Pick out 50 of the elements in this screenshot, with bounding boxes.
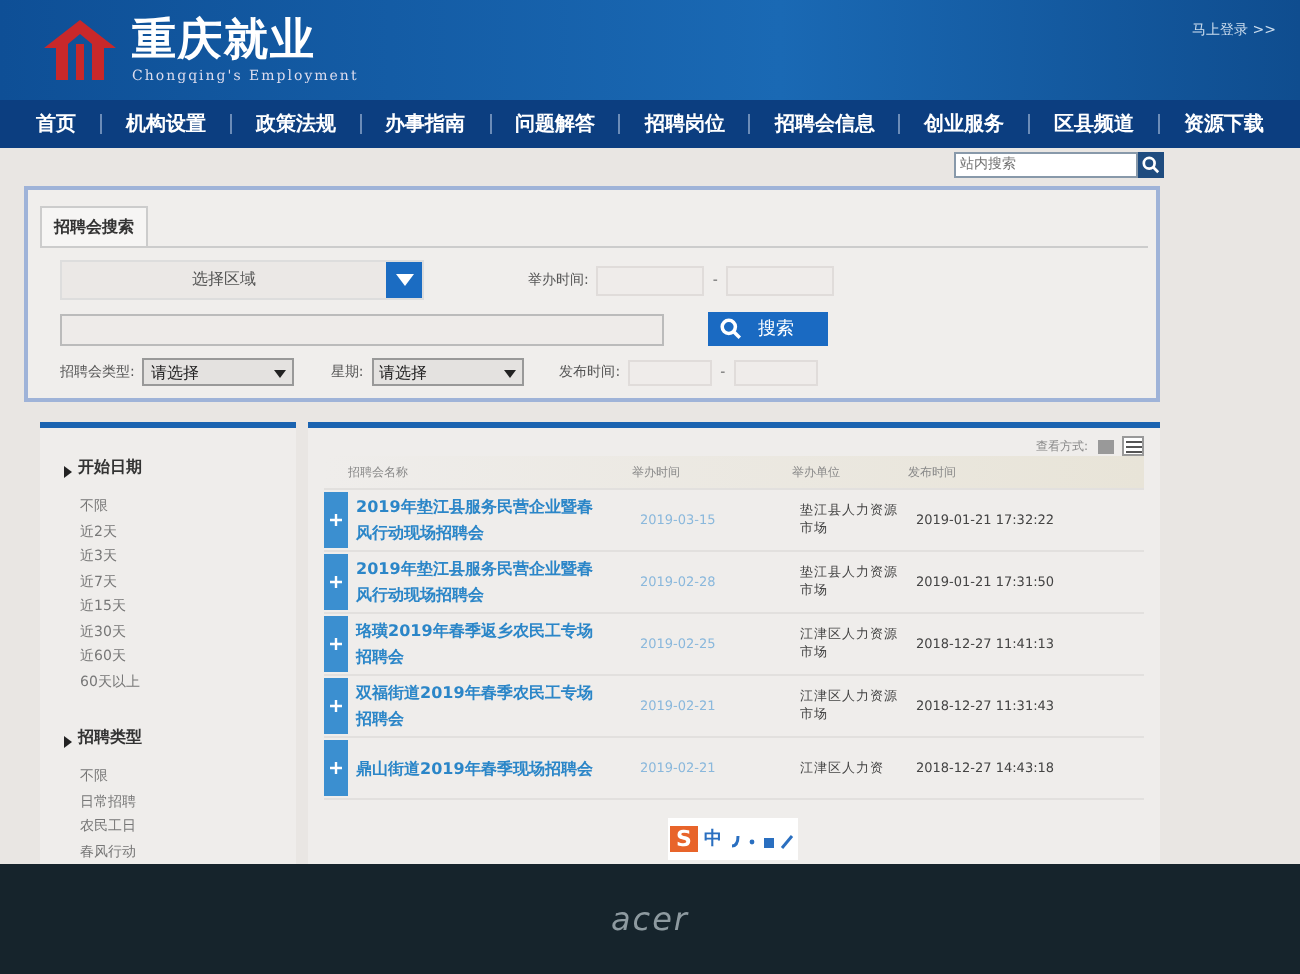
region-select[interactable]: 选择区域 bbox=[60, 260, 424, 300]
square-icon bbox=[1097, 439, 1113, 453]
caret-icon bbox=[503, 369, 516, 377]
keyword-field[interactable] bbox=[60, 313, 664, 345]
ime-logo: S bbox=[670, 826, 698, 852]
dropdown[interactable]: 请选择 bbox=[371, 358, 524, 386]
search-button[interactable] bbox=[1138, 151, 1164, 178]
plus-icon bbox=[330, 762, 342, 774]
nav-link[interactable]: 招聘会信息 bbox=[774, 109, 875, 138]
nav-link[interactable]: 办事指南 bbox=[385, 109, 466, 138]
panel-tab[interactable]: 招聘会搜索 bbox=[40, 206, 148, 246]
nav-link[interactable]: 问题解答 bbox=[515, 109, 595, 138]
house-logo-icon bbox=[40, 16, 120, 85]
fair-title-link[interactable]: 2019年垫江县服务民营企业暨春风行动现场招聘会 bbox=[348, 494, 604, 546]
ime-tools-icon[interactable] bbox=[727, 834, 796, 850]
filter-heading: 招聘类型 bbox=[78, 726, 142, 748]
fair-title-link[interactable]: 2019年垫江县服务民营企业暨春风行动现场招聘会 bbox=[348, 556, 604, 608]
search-icon bbox=[720, 318, 742, 340]
monitor-brand-logo: acer bbox=[610, 900, 690, 938]
plus-icon bbox=[330, 576, 342, 588]
expand-button[interactable] bbox=[324, 616, 348, 672]
dropdown[interactable]: 请选择 bbox=[142, 358, 295, 386]
plus-icon bbox=[330, 638, 342, 650]
nav-link[interactable]: 招聘岗位 bbox=[644, 109, 725, 138]
caret-icon bbox=[395, 274, 413, 286]
search-button[interactable]: 搜索 bbox=[708, 312, 828, 346]
filter-heading: 开始日期 bbox=[78, 456, 142, 478]
nav-link[interactable]: 创业服务 bbox=[924, 109, 1005, 138]
fair-title-link[interactable]: 珞璜2019年春季返乡农民工专场招聘会 bbox=[348, 618, 604, 670]
plus-icon bbox=[330, 514, 342, 526]
list-icon bbox=[1125, 439, 1141, 453]
triangle-icon bbox=[64, 466, 72, 478]
expand-button[interactable] bbox=[324, 740, 348, 796]
nav-link[interactable]: 政策法规 bbox=[255, 109, 336, 138]
nav-link[interactable]: 首页 bbox=[36, 109, 76, 138]
caret-icon bbox=[274, 369, 287, 377]
list-view-button[interactable] bbox=[1122, 436, 1144, 456]
nav-link[interactable]: 机构设置 bbox=[125, 109, 206, 138]
expand-button[interactable] bbox=[324, 492, 348, 548]
fair-title-link[interactable]: 双福街道2019年春季农民工专场招聘会 bbox=[348, 680, 604, 732]
nav-link[interactable]: 区县频道 bbox=[1054, 109, 1134, 138]
plus-icon bbox=[330, 700, 342, 712]
triangle-icon bbox=[64, 736, 72, 748]
fair-title-link[interactable]: 鼎山街道2019年春季现场招聘会 bbox=[348, 755, 604, 781]
nav-link[interactable]: 资源下载 bbox=[1183, 109, 1264, 138]
expand-button[interactable] bbox=[324, 678, 348, 734]
ime-mode: 中 bbox=[703, 826, 722, 852]
expand-button[interactable] bbox=[324, 554, 348, 610]
site-logo-title: 重庆就业 bbox=[132, 16, 318, 69]
search-icon bbox=[1142, 155, 1160, 174]
